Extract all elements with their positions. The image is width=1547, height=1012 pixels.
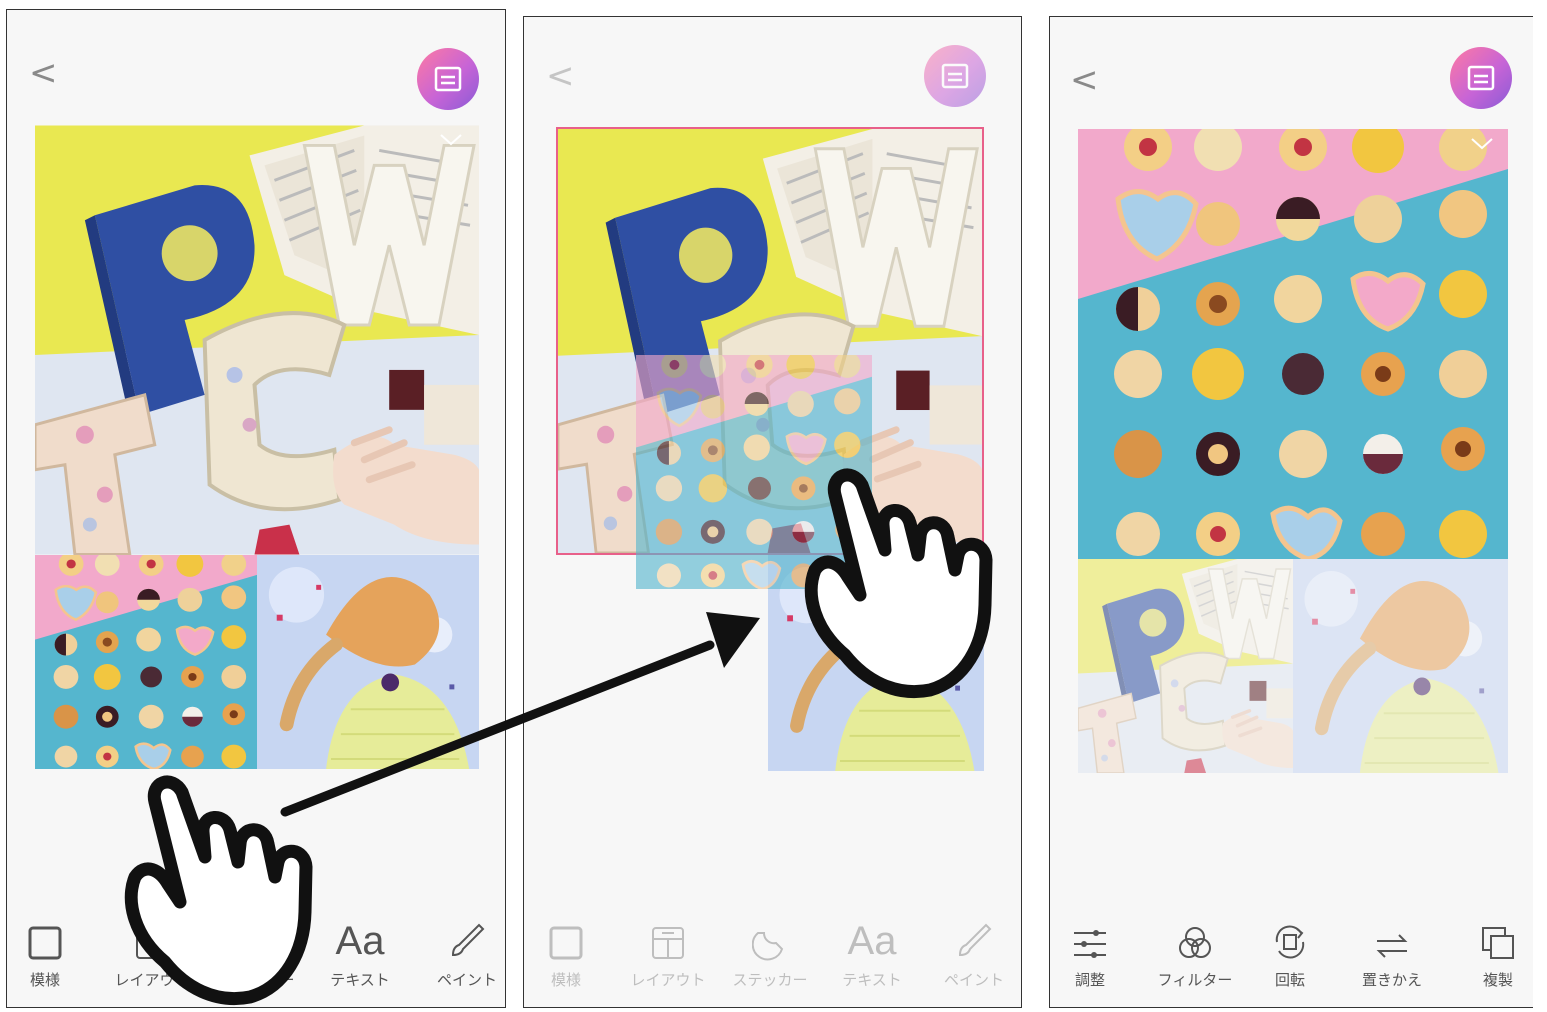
drag-end-hand-icon bbox=[790, 455, 1000, 705]
drag-start-hand-icon bbox=[110, 762, 320, 1012]
